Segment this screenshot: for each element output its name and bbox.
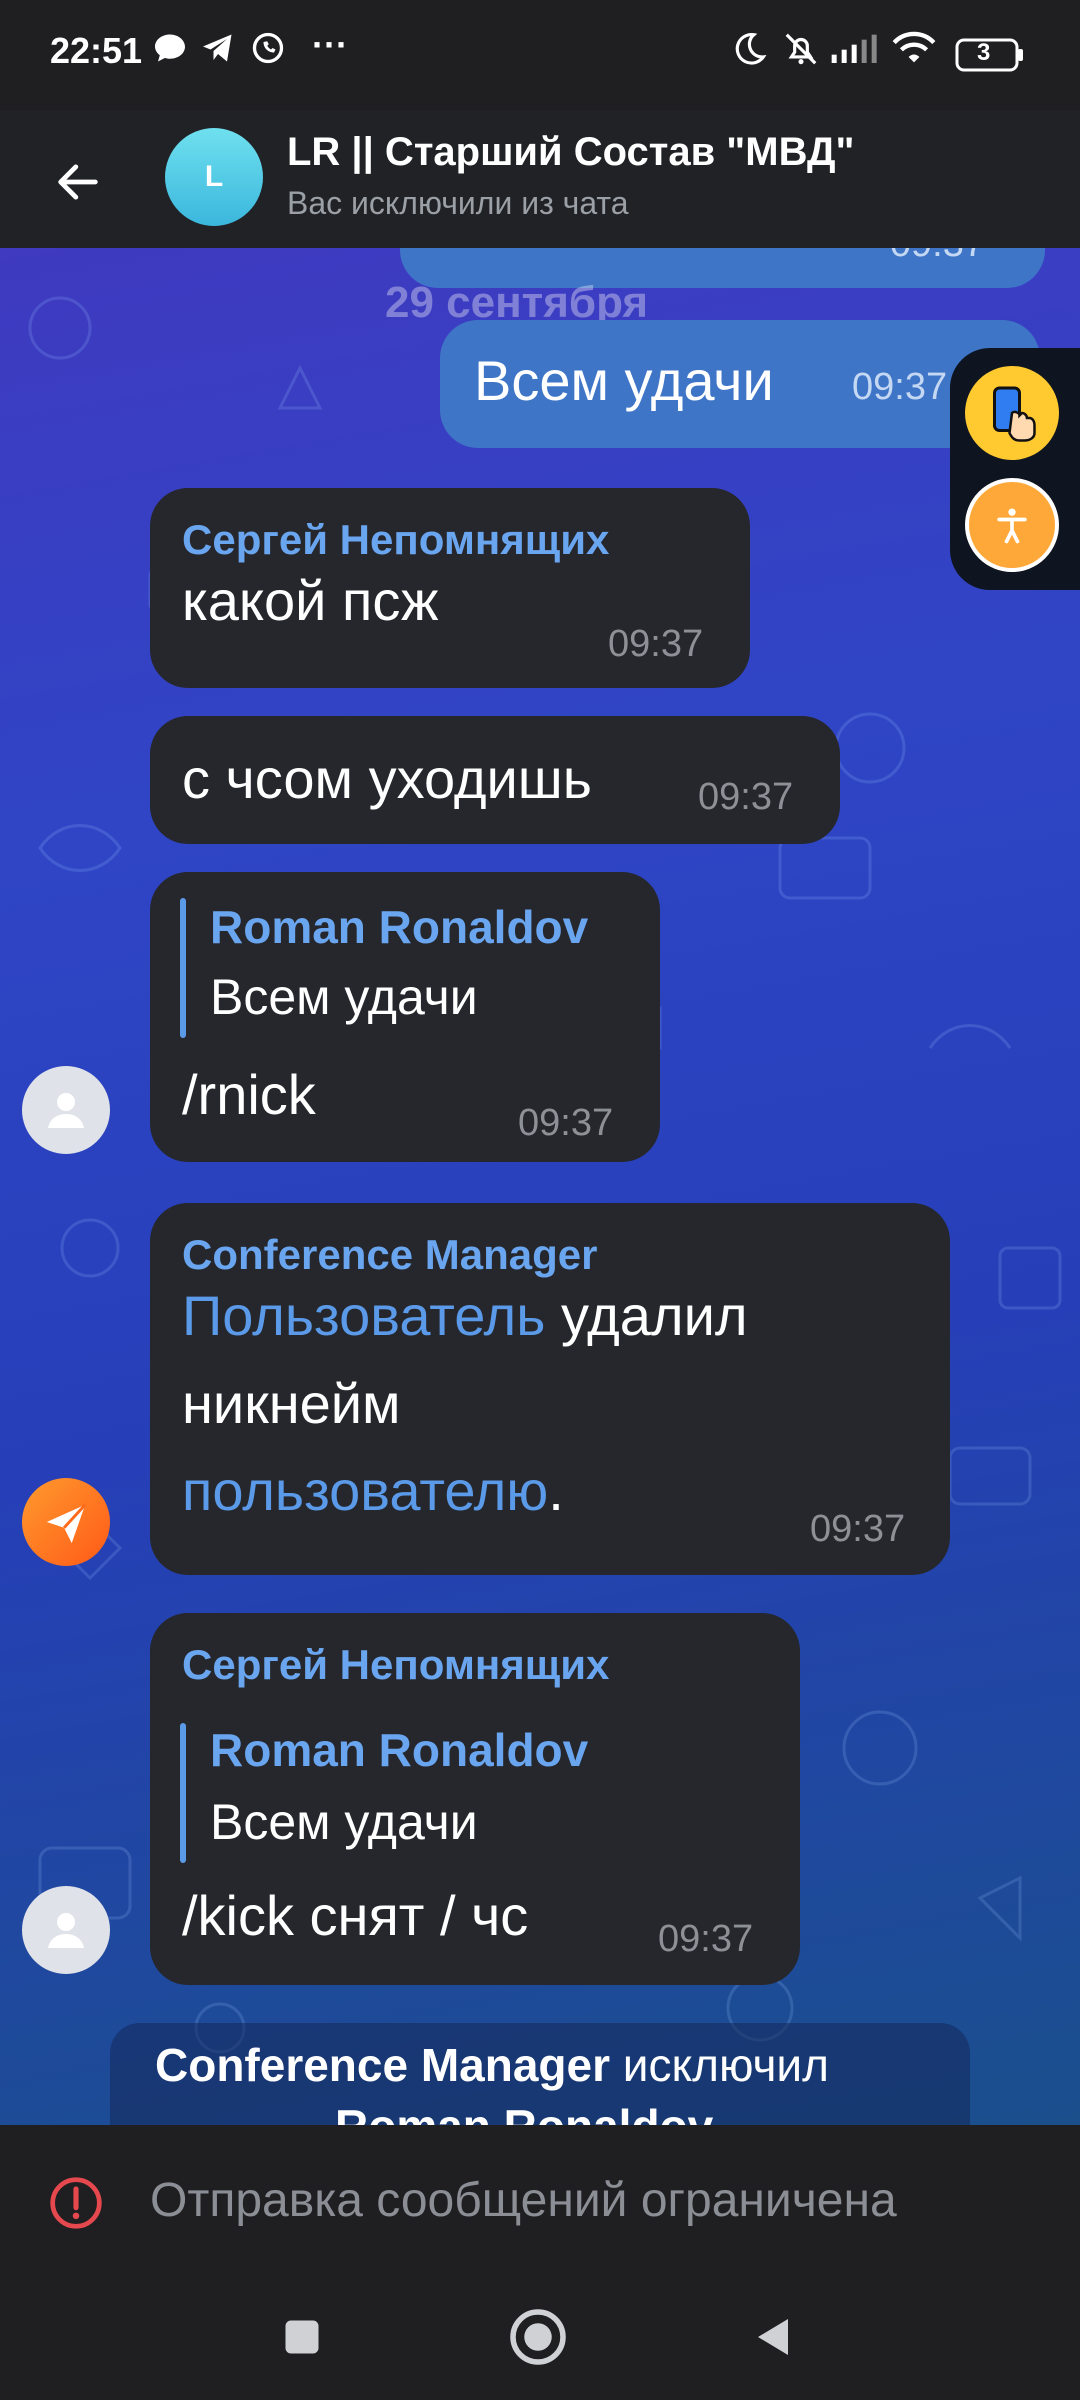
home-button[interactable] [508, 2307, 568, 2372]
person-icon [48, 1093, 84, 1128]
accessibility-icon [997, 508, 1027, 544]
service-target[interactable]: Roman Ronaldov [335, 2099, 713, 2125]
reply-quote-name[interactable]: Roman Ronaldov [210, 900, 588, 954]
bot-avatar[interactable] [22, 1478, 110, 1566]
message-time: 09:37 [518, 1102, 614, 1144]
message-text: удалил [545, 1284, 748, 1347]
service-message: Conference Manager исключил Roman Ronald… [110, 2023, 970, 2125]
message-bubble[interactable]: Roman Ronaldov Всем удачи /rnick 09:37 [150, 872, 660, 1162]
reply-quote-text[interactable]: Всем удачи [210, 1793, 478, 1851]
status-bar: 22:51 ··· 3 [0, 0, 1080, 110]
message-text: . [548, 1459, 564, 1522]
triangle-back-icon [758, 2319, 788, 2355]
moon-icon [730, 30, 768, 73]
message-text: Всем удачи [474, 349, 774, 412]
system-nav-bar [0, 2275, 1080, 2400]
sender-name[interactable]: Сергей Непомнящих [182, 516, 609, 564]
user-link[interactable]: Пользователь [182, 1284, 545, 1347]
input-restricted-bar: Отправка сообщений ограничена [0, 2125, 1080, 2275]
reply-quote-bar [180, 898, 186, 1038]
message-text: /rnick [182, 1063, 316, 1126]
service-actor[interactable]: Conference Manager [155, 2039, 610, 2091]
recents-button[interactable] [280, 2315, 324, 2364]
phone-tap-icon [993, 386, 1036, 442]
message-text: какой псж [182, 569, 439, 632]
chat-status: Вас исключили из чата [287, 185, 629, 221]
reply-quote-text[interactable]: Всем удачи [210, 968, 478, 1026]
sender-name[interactable]: Сергей Непомнящих [182, 1641, 609, 1689]
message-text-line3: пользователю. [182, 1458, 564, 1523]
back-button[interactable] [38, 142, 118, 222]
floating-tool-panel [950, 348, 1080, 590]
accessibility-button[interactable] [965, 478, 1059, 572]
screen-tap-button[interactable] [965, 366, 1059, 460]
service-text: Conference Manager исключил [155, 2038, 829, 2092]
whatsapp-icon [250, 30, 286, 71]
paper-plane-icon [46, 1503, 87, 1544]
telegram-icon [200, 30, 236, 71]
person-icon [48, 1913, 84, 1948]
chat-avatar[interactable]: L [165, 128, 263, 226]
warning-icon [48, 2175, 104, 2236]
user-avatar[interactable] [22, 1886, 110, 1974]
chat-header: L LR || Старший Состав "МВД" Вас исключи… [0, 110, 1080, 248]
message-time: 09:37 [810, 1508, 906, 1550]
battery-level: 3 [977, 39, 991, 66]
message-time: 09:37 [852, 366, 948, 408]
circle-home-icon [510, 2309, 566, 2365]
restricted-message: Отправка сообщений ограничена [150, 2174, 897, 2227]
arrow-left-icon [58, 164, 98, 200]
chat-messages-area[interactable]: 09:37 29 сентября Всем удачи 09:37 Серге… [0, 248, 1080, 2125]
chat-title[interactable]: LR || Старший Состав "МВД" [287, 130, 854, 175]
message-time: 09:37 [698, 776, 794, 818]
message-text: никнейм [182, 1372, 401, 1435]
message-bubble[interactable]: Conference Manager Пользователь удалил н… [150, 1203, 950, 1575]
message-text: с чсом уходишь [182, 747, 592, 810]
bell-off-icon [782, 30, 820, 73]
message-bubble[interactable]: с чсом уходишь 09:37 [150, 716, 840, 844]
wifi-icon [892, 30, 936, 71]
clock: 22:51 [50, 30, 143, 71]
message-bubble[interactable]: Сергей Непомнящих Roman Ronaldov Всем уд… [150, 1613, 800, 1985]
message-time: 09:37 [890, 248, 985, 266]
message-time: 09:37 [608, 623, 704, 665]
message-bubble[interactable]: Сергей Непомнящих какой псж 09:37 [150, 488, 750, 688]
reply-quote-bar [180, 1723, 186, 1863]
message-text: /kick снят / чс [182, 1884, 529, 1947]
back-nav-button[interactable] [750, 2313, 798, 2366]
square-icon [285, 2320, 319, 2354]
sender-name[interactable]: Conference Manager [182, 1231, 597, 1279]
reply-quote-name[interactable]: Roman Ronaldov [210, 1723, 588, 1777]
more-icon: ··· [312, 24, 348, 65]
user-link[interactable]: пользователю [182, 1459, 548, 1522]
user-avatar[interactable] [22, 1066, 110, 1154]
service-action: исключил [610, 2039, 829, 2091]
chat-bubble-icon [152, 30, 188, 71]
message-text-line1: Пользователь удалил [182, 1283, 748, 1348]
signal-icon [830, 30, 880, 71]
message-time: 09:37 [658, 1918, 754, 1960]
